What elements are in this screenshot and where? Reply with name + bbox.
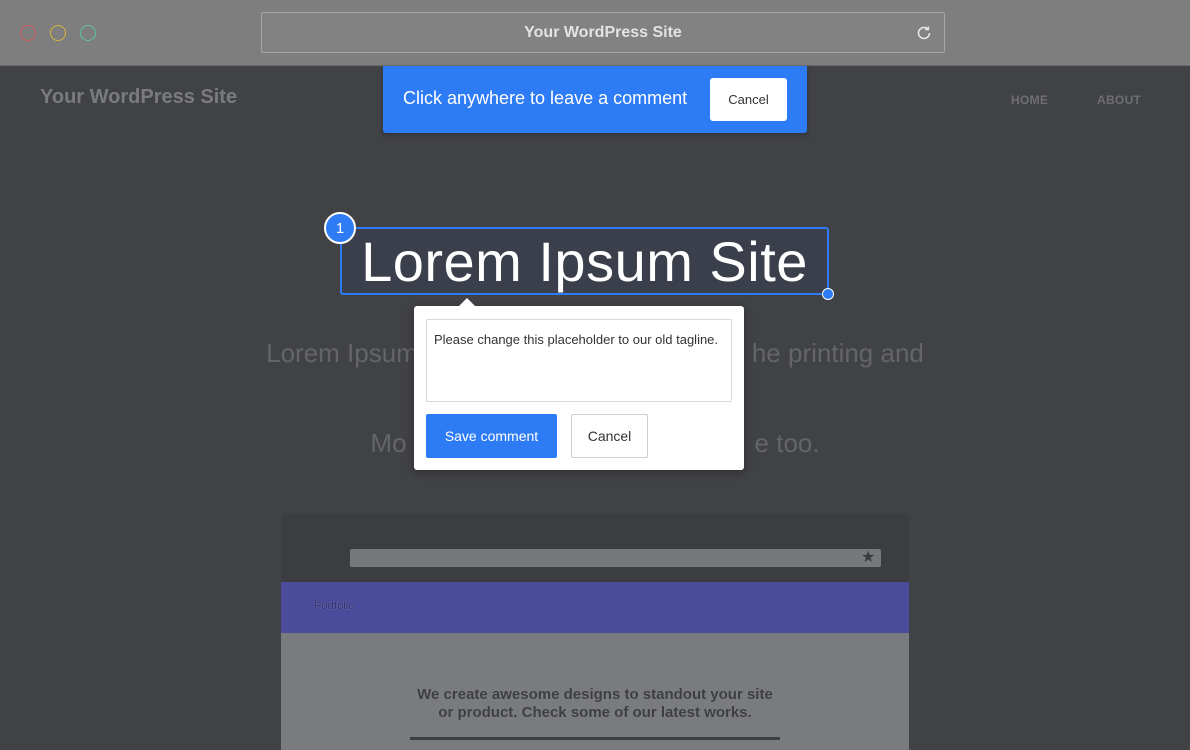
nav-about-link[interactable]: ABOUT	[1097, 93, 1141, 107]
close-window-icon[interactable]	[20, 25, 36, 41]
banner-cancel-button[interactable]: Cancel	[710, 78, 787, 121]
mockup-navbar: Portfolio	[281, 582, 909, 633]
mockup-browser-bar: ★	[281, 513, 909, 582]
hero-line1-left: Lorem Ipsum	[266, 338, 418, 368]
portfolio-preview-mockup: ★ Portfolio We create awesome designs to…	[281, 513, 909, 750]
mockup-body: We create awesome designs to standout yo…	[281, 633, 909, 750]
comment-popup: Please change this placeholder to our ol…	[414, 298, 744, 470]
browser-chrome: Your WordPress Site	[0, 0, 1190, 66]
reload-icon[interactable]	[915, 24, 933, 42]
mockup-nav-label: Portfolio	[314, 600, 355, 612]
mockup-tagline: We create awesome designs to standout yo…	[281, 686, 909, 722]
save-comment-button[interactable]: Save comment	[426, 414, 557, 458]
hero-heading-text: Lorem Ipsum Site	[361, 229, 808, 293]
popup-cancel-button[interactable]: Cancel	[571, 414, 648, 458]
comment-mode-banner: Click anywhere to leave a comment Cancel	[383, 66, 807, 133]
selected-hero-heading[interactable]: Lorem Ipsum Site	[340, 227, 829, 295]
nav-home-link[interactable]: HOME	[1011, 93, 1048, 107]
resize-handle[interactable]	[822, 288, 834, 300]
popup-arrow	[459, 298, 475, 306]
hero-line2-right: e too.	[754, 428, 820, 458]
hero-line2-left: Mo	[370, 428, 407, 458]
hero-line1-right: he printing and	[751, 338, 924, 368]
comment-textarea[interactable]: Please change this placeholder to our ol…	[426, 319, 732, 402]
address-bar-title: Your WordPress Site	[524, 23, 682, 41]
mockup-divider	[410, 737, 780, 740]
comment-mode-message: Click anywhere to leave a comment	[403, 88, 688, 108]
comment-marker[interactable]: 1	[324, 212, 356, 244]
mockup-tagline-line1: We create awesome designs to standout yo…	[417, 686, 773, 703]
site-title[interactable]: Your WordPress Site	[40, 86, 237, 109]
mockup-address-bar	[350, 549, 881, 567]
star-icon: ★	[861, 549, 876, 566]
minimize-window-icon[interactable]	[50, 25, 66, 41]
address-bar[interactable]: Your WordPress Site	[261, 12, 945, 53]
zoom-window-icon[interactable]	[80, 25, 96, 41]
mockup-tagline-line2: or product. Check some of our latest wor…	[438, 704, 752, 721]
